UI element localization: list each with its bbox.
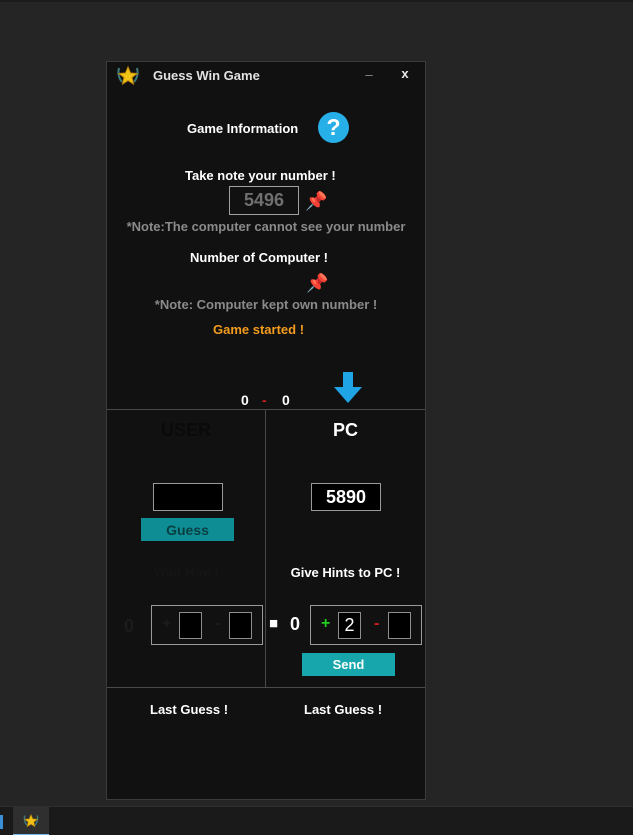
pc-guess-display: 5890 [311,483,381,511]
user-note-text: *Note:The computer cannot see your numbe… [126,219,406,234]
status-text: Game started ! [213,322,305,337]
pc-score: 0 [282,392,290,408]
game-window: Guess Win Game _ x Game Information ? Ta… [106,61,426,800]
window-title: Guess Win Game [153,68,260,83]
pin-icon[interactable]: 📌 [306,274,328,292]
close-button[interactable]: x [397,66,413,81]
pc-panel: PC 5890 Give Hints to PC ! ■ 0 + 2 - Sen… [265,409,425,688]
pc-plus-input[interactable]: 2 [338,612,361,639]
pc-minus-sign: - [374,615,380,632]
user-guess-input[interactable] [153,483,223,511]
user-score: 0 [241,392,249,408]
user-plus-input[interactable] [179,612,202,639]
user-number-field[interactable]: 5496 [229,186,299,215]
user-plus-sign: + [162,615,172,632]
take-note-label: Take note your number ! [185,168,336,183]
pc-hint-count: 0 [290,614,301,634]
your-hint-label: Your Hint ! [153,565,219,580]
user-hint-count: 0 [124,616,135,636]
trophy-icon [115,65,141,87]
pc-plus-sign: + [321,615,331,632]
game-information-link[interactable]: Game Information [187,121,298,136]
taskbar [0,806,633,835]
user-panel-title: USER [160,420,211,440]
user-panel: USER Guess Your Hint ! 0 + - [107,409,266,688]
give-hints-label: Give Hints to PC ! [290,565,401,580]
taskbar-app-button[interactable] [13,807,49,835]
user-minus-sign: - [215,615,221,632]
trophy-icon [23,813,39,827]
top-edge [0,0,633,2]
minimize-button[interactable]: _ [361,62,377,77]
hint-checkbox[interactable]: ■ [269,615,278,632]
user-last-guess-label: Last Guess ! [150,702,229,717]
pc-last-guess-label: Last Guess ! [304,702,383,717]
help-icon[interactable]: ? [318,112,349,143]
down-arrow-icon [333,372,363,404]
pin-icon[interactable]: 📌 [305,192,327,210]
pc-panel-title: PC [332,420,358,440]
user-hint-group: + - [151,605,263,645]
score-separator: - [262,392,267,408]
taskbar-edge-item[interactable] [0,815,3,829]
pc-minus-input[interactable] [388,612,411,639]
number-of-computer-label: Number of Computer ! [190,250,328,265]
guess-button[interactable]: Guess [141,518,234,541]
send-button[interactable]: Send [302,653,395,676]
pc-note-text: *Note: Computer kept own number ! [154,297,378,312]
pc-hint-group: + 2 - [310,605,422,645]
user-minus-input[interactable] [229,612,252,639]
